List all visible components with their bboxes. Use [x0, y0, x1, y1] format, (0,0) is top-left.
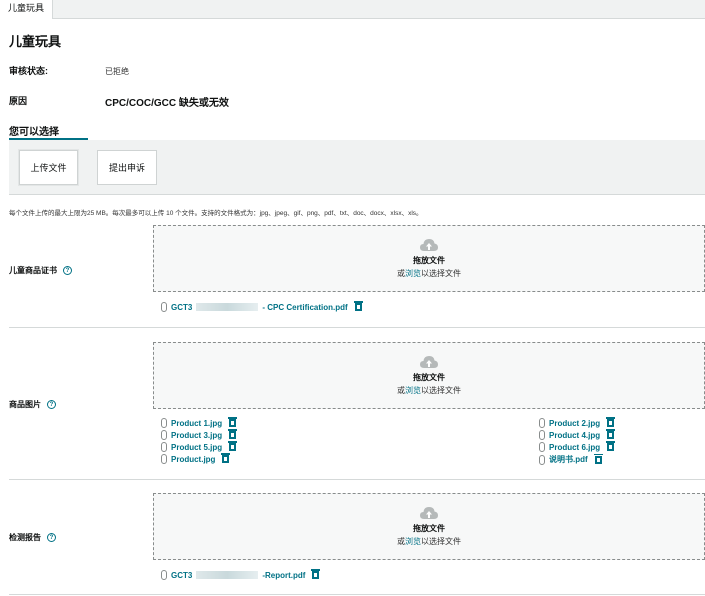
reason-value: CPC/COC/GCC 缺失或无效	[105, 98, 229, 109]
file-item[interactable]: Product 6.jpg	[539, 441, 616, 452]
delete-icon[interactable]	[228, 417, 238, 427]
file-item[interactable]: Product 4.jpg	[539, 429, 616, 440]
file-item[interactable]: Product 3.jpg	[161, 429, 238, 440]
dropzone-title: 拖放文件	[413, 373, 445, 382]
file-item[interactable]: Product 5.jpg	[161, 441, 238, 452]
file-item[interactable]: GCT3 -Report.pdf	[161, 569, 321, 580]
paperclip-icon	[539, 442, 545, 452]
dropzone-title: 拖放文件	[413, 524, 445, 533]
paperclip-icon	[539, 418, 545, 428]
file-item[interactable]: Product.jpg	[161, 453, 231, 464]
delete-icon[interactable]	[593, 453, 603, 464]
upload-note: 每个文件上传的最大上限为25 MB。每次最多可以上传 10 个文件。支持的文件格…	[9, 210, 423, 217]
file-item[interactable]: Product 2.jpg	[539, 417, 616, 428]
report-dropzone[interactable]: 拖放文件 或浏览以选择文件	[153, 493, 705, 560]
images-label: 商品图片 ?	[9, 399, 56, 410]
cloud-upload-icon	[420, 507, 438, 519]
paperclip-icon	[161, 570, 167, 580]
delete-icon[interactable]	[228, 441, 238, 451]
divider	[9, 594, 705, 595]
dropzone-subtitle: 或浏览以选择文件	[397, 269, 461, 278]
redacted-block	[196, 571, 259, 579]
paperclip-icon	[161, 418, 167, 428]
delete-icon[interactable]	[606, 417, 616, 427]
certificate-label-text: 儿童商品证书	[9, 266, 57, 275]
delete-icon[interactable]	[228, 429, 238, 439]
status-label: 审核状态:	[9, 66, 48, 76]
delete-icon[interactable]	[606, 441, 616, 451]
tab-children-toys[interactable]: 儿童玩具	[0, 0, 54, 19]
certificate-dropzone[interactable]: 拖放文件 或浏览以选择文件	[153, 225, 705, 292]
options-heading: 您可以选择	[9, 127, 59, 138]
paperclip-icon	[161, 442, 167, 452]
page-title: 儿童玩具	[9, 34, 62, 49]
file-item[interactable]: GCT3- CPC Certification.pdf	[161, 301, 363, 312]
appeal-button[interactable]: 提出申诉	[97, 150, 157, 185]
paperclip-icon	[161, 430, 167, 440]
certificate-label: 儿童商品证书 ?	[9, 265, 72, 276]
help-icon[interactable]: ?	[47, 400, 56, 409]
delete-icon[interactable]	[221, 453, 231, 463]
dropzone-title: 拖放文件	[413, 256, 445, 265]
help-icon[interactable]: ?	[63, 266, 72, 275]
paperclip-icon	[161, 454, 167, 464]
reason-label: 原因	[9, 96, 28, 106]
divider	[9, 327, 705, 328]
file-item[interactable]: Product 1.jpg	[161, 417, 238, 428]
browse-link[interactable]: 浏览	[405, 269, 421, 278]
tab-bar: 儿童玩具	[0, 0, 705, 19]
delete-icon[interactable]	[606, 429, 616, 439]
browse-link[interactable]: 浏览	[405, 386, 421, 395]
report-label: 检测报告 ?	[9, 532, 56, 543]
browse-link[interactable]: 浏览	[405, 537, 421, 546]
help-icon[interactable]: ?	[47, 533, 56, 542]
delete-icon[interactable]	[353, 301, 363, 311]
paperclip-icon	[161, 302, 167, 312]
cloud-upload-icon	[420, 239, 438, 251]
file-item[interactable]: 说明书.pdf	[539, 453, 603, 465]
cloud-upload-icon	[420, 356, 438, 368]
action-bar: 上传文件 提出申诉	[9, 140, 705, 195]
upload-file-button[interactable]: 上传文件	[19, 150, 78, 185]
report-label-text: 检测报告	[9, 533, 41, 542]
status-value: 已拒绝	[105, 67, 129, 76]
paperclip-icon	[539, 454, 545, 465]
divider	[9, 479, 705, 480]
dropzone-subtitle: 或浏览以选择文件	[397, 386, 461, 395]
delete-icon[interactable]	[311, 569, 321, 579]
dropzone-subtitle: 或浏览以选择文件	[397, 537, 461, 546]
redacted-block	[196, 303, 259, 311]
images-dropzone[interactable]: 拖放文件 或浏览以选择文件	[153, 342, 705, 409]
images-label-text: 商品图片	[9, 400, 41, 409]
paperclip-icon	[539, 430, 545, 440]
